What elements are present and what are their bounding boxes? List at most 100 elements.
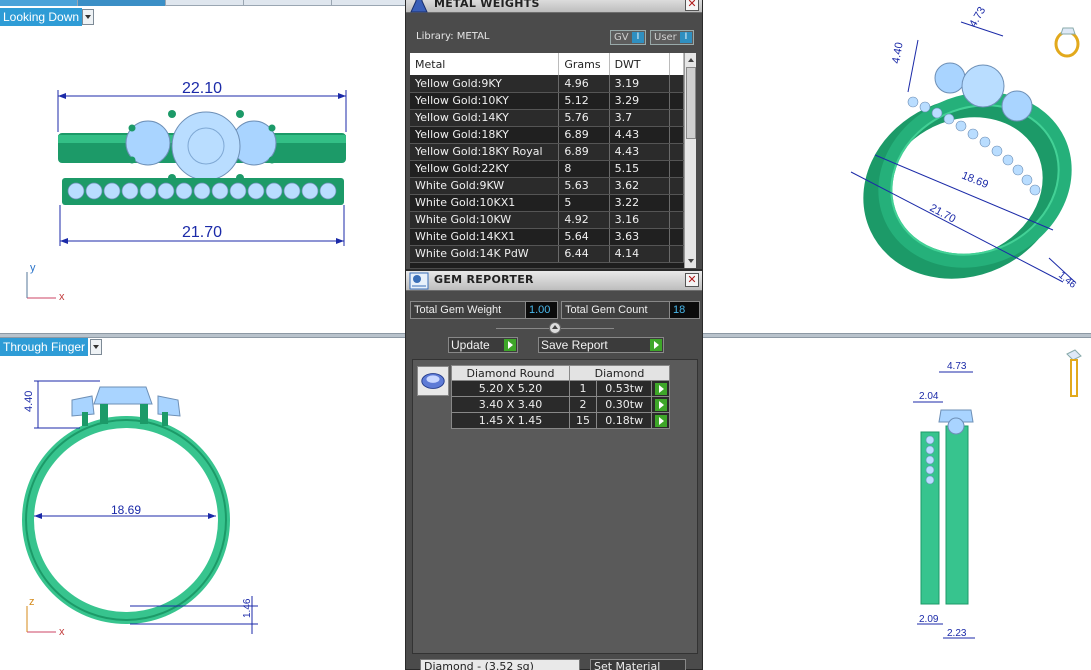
metal-row[interactable]: White Gold:9KW 5.63 3.62 (410, 177, 685, 195)
metal-cell-blank (669, 228, 685, 246)
metal-cell-grams: 6.44 (558, 245, 610, 263)
metal-cell-blank (669, 194, 685, 212)
gem-weight-cell: 0.18tw (596, 412, 653, 429)
ring-top-view: 22.10 21.70 y x (26, 80, 347, 303)
collapse-icon[interactable] (549, 322, 561, 334)
metal-cell-blank (669, 177, 685, 195)
gem-list-area[interactable]: Diamond Round Diamond 5.20 X 5.20 1 0.53tw… (412, 359, 698, 654)
metal-cell-grams: 6.89 (558, 126, 610, 144)
dim-band-text: 1.46 (242, 598, 253, 618)
metal-cell-dwt: 3.19 (609, 75, 670, 93)
gv-toggle[interactable]: GV I (610, 30, 646, 45)
save-report-button[interactable]: Save Report (538, 337, 664, 353)
metal-panel-titlebar[interactable]: METAL WEIGHTS ✕ (406, 0, 702, 13)
viewport-looking-down[interactable]: Looking Down 22.10 21.70 y x (0, 0, 405, 333)
close-icon[interactable]: ✕ (685, 0, 699, 11)
metal-row[interactable]: Yellow Gold:18KY Royal 6.89 4.43 (410, 143, 685, 161)
metal-cell-dwt: 4.14 (609, 245, 670, 263)
metal-cell-grams: 5.63 (558, 177, 610, 195)
metal-row[interactable]: Yellow Gold:10KY 5.12 3.29 (410, 92, 685, 110)
dim-diameter-text: 18.69 (960, 170, 990, 191)
dim-bottom-left-text: 2.09 (919, 614, 939, 625)
close-icon[interactable]: ✕ (685, 273, 699, 287)
play-icon[interactable] (654, 415, 667, 427)
gem-row[interactable]: 1.45 X 1.45 15 0.18tw (451, 412, 670, 429)
metal-cell-metal: Yellow Gold:18KY (410, 126, 560, 144)
metal-cell-blank (669, 126, 685, 144)
dim-left-text: 2.04 (919, 391, 939, 402)
play-icon[interactable] (654, 383, 667, 395)
metal-row[interactable]: White Gold:14KX1 5.64 3.63 (410, 228, 685, 246)
column-header-metal[interactable]: Metal (410, 53, 560, 75)
metal-cell-grams: 5.12 (558, 92, 610, 110)
metal-row[interactable]: White Gold:10KX1 5 3.22 (410, 194, 685, 212)
metal-cell-metal: Yellow Gold:22KY (410, 160, 560, 178)
axis-y-label: y (30, 262, 36, 274)
gem-size-cell: 3.40 X 3.40 (451, 396, 570, 413)
gem-row[interactable]: 3.40 X 3.40 2 0.30tw (451, 396, 670, 413)
scroll-thumb[interactable] (686, 67, 696, 139)
metal-cell-metal: Yellow Gold:9KY (410, 75, 560, 93)
column-header-dwt[interactable]: DWT (609, 53, 670, 75)
viewport-through-finger[interactable]: Through Finger 4.40 18.69 1.46 z x (0, 338, 405, 670)
library-label: Library: METAL (416, 31, 490, 42)
metal-row[interactable]: White Gold:10KW 4.92 3.16 (410, 211, 685, 229)
ring-side-view: 4.40 18.69 1.46 z x (22, 380, 258, 638)
gem-panel-title: GEM REPORTER (434, 273, 534, 286)
scroll-up-icon[interactable] (686, 55, 696, 65)
viewport-perspective[interactable]: 4.40 4.73 18.69 21.70 1.46 (703, 0, 1091, 333)
viewport-front[interactable]: 4.73 2.04 2.09 2.23 (703, 338, 1091, 670)
gem-panel-titlebar[interactable]: GEM REPORTER ✕ (406, 271, 702, 291)
dim-height-text: 4.40 (890, 41, 906, 64)
play-icon[interactable] (654, 399, 667, 411)
metal-cell-dwt: 3.29 (609, 92, 670, 110)
total-gem-count-label: Total Gem Count (565, 304, 648, 316)
metal-cell-blank (669, 211, 685, 229)
metal-cell-grams: 5 (558, 194, 610, 212)
metal-table-scrollbar[interactable] (684, 53, 696, 268)
diamond-round-icon (417, 366, 449, 396)
metal-table[interactable]: Metal Grams DWT Yellow Gold:9KY 4.96 3.19 Y… (410, 53, 696, 268)
dim-width-text: 21.70 (928, 202, 958, 226)
metal-row[interactable]: Yellow Gold:14KY 5.76 3.7 (410, 109, 685, 127)
metal-cell-dwt: 3.62 (609, 177, 670, 195)
metal-cell-dwt: 3.7 (609, 109, 670, 127)
metal-cell-blank (669, 160, 685, 178)
gem-row[interactable]: 5.20 X 5.20 1 0.53tw (451, 380, 670, 397)
metal-cell-metal: White Gold:14K PdW (410, 245, 560, 263)
gem-weight-cell: 0.53tw (596, 380, 653, 397)
metal-row[interactable]: White Gold:14K PdW 6.44 4.14 (410, 245, 685, 263)
gem-size-cell: 5.20 X 5.20 (451, 380, 570, 397)
dim-bottom-right-text: 2.23 (947, 628, 967, 639)
gem-reporter-panel[interactable]: GEM REPORTER ✕ Total Gem Weight 1.00 Tot… (405, 270, 703, 670)
metal-row[interactable]: Yellow Gold:18KY 6.89 4.43 (410, 126, 685, 144)
metal-cell-dwt: 3.63 (609, 228, 670, 246)
gem-row-action[interactable] (651, 412, 670, 429)
metal-cell-grams: 4.92 (558, 211, 610, 229)
metal-cell-blank (669, 75, 685, 93)
metal-cell-blank (669, 109, 685, 127)
column-header-grams[interactable]: Grams (558, 53, 610, 75)
axis-x-label: x (59, 626, 65, 638)
dim-height-text: 4.40 (23, 391, 35, 412)
dim-top-text: 4.73 (967, 5, 988, 30)
scroll-down-icon[interactable] (686, 256, 696, 266)
metal-cell-blank (669, 143, 685, 161)
gem-table[interactable]: Diamond Round Diamond 5.20 X 5.20 1 0.53tw… (451, 365, 670, 429)
metal-row[interactable]: Yellow Gold:22KY 8 5.15 (410, 160, 685, 178)
metal-cell-dwt: 3.22 (609, 194, 670, 212)
flask-icon (410, 0, 428, 13)
gem-count-cell: 1 (568, 380, 598, 397)
user-toggle[interactable]: User I (650, 30, 694, 45)
metal-weights-panel[interactable]: METAL WEIGHTS ✕ Library: METAL GV I User… (405, 0, 703, 270)
metal-row[interactable]: Yellow Gold:9KY 4.96 3.19 (410, 75, 685, 93)
gem-count-cell: 15 (568, 412, 598, 429)
gem-row-action[interactable] (651, 380, 670, 397)
set-material-button[interactable]: Set Material (590, 659, 686, 670)
gem-row-action[interactable] (651, 396, 670, 413)
material-select[interactable]: Diamond - (3.52 sg) (420, 659, 580, 670)
update-button[interactable]: Update (448, 337, 518, 353)
gem-report-icon (409, 272, 429, 290)
gem-material-header: Diamond (569, 365, 670, 381)
total-gem-weight-field: Total Gem Weight 1.00 (410, 301, 558, 319)
